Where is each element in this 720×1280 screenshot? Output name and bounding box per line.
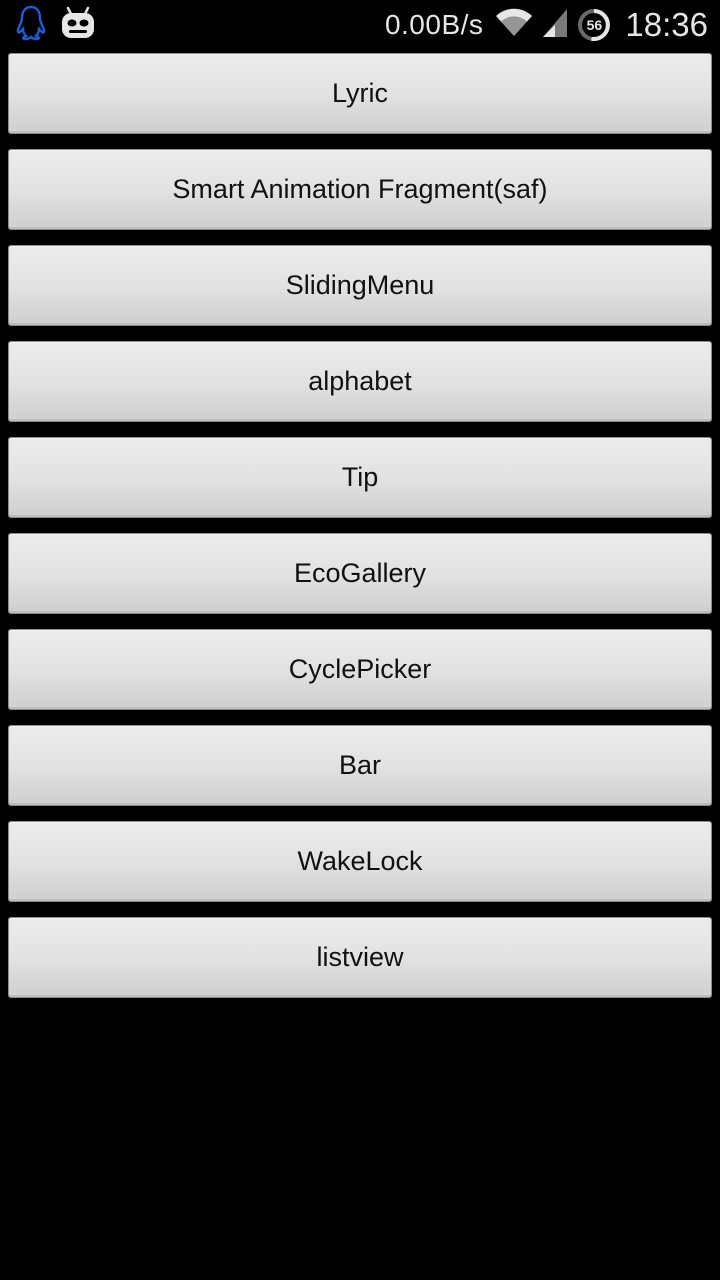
eco-gallery-button[interactable]: EcoGallery — [8, 533, 712, 614]
clock: 18:36 — [625, 6, 708, 43]
bar-button[interactable]: Bar — [8, 725, 712, 806]
cyanogenmod-android-icon — [60, 6, 96, 45]
tip-button[interactable]: Tip — [8, 437, 712, 518]
status-bar: 0.00B/s 56 18:36 — [0, 0, 720, 50]
alphabet-button[interactable]: alphabet — [8, 341, 712, 422]
listview-button[interactable]: listview — [8, 917, 712, 998]
battery-indicator: 56 — [577, 8, 611, 42]
wifi-icon — [495, 8, 533, 43]
demo-button-list: Lyric Smart Animation Fragment(saf) Slid… — [8, 53, 712, 1013]
qq-penguin-icon — [16, 5, 46, 46]
net-speed: 0.00B/s — [384, 9, 484, 40]
sliding-menu-button[interactable]: SlidingMenu — [8, 245, 712, 326]
signal-icon — [541, 7, 569, 44]
lyric-button[interactable]: Lyric — [8, 53, 712, 134]
wakelock-button[interactable]: WakeLock — [8, 821, 712, 902]
system-status: 0.00B/s 56 18:36 — [385, 0, 708, 50]
saf-button[interactable]: Smart Animation Fragment(saf) — [8, 149, 712, 230]
notification-icons — [16, 5, 96, 46]
battery-level: 56 — [586, 17, 603, 33]
cycle-picker-button[interactable]: CyclePicker — [8, 629, 712, 710]
